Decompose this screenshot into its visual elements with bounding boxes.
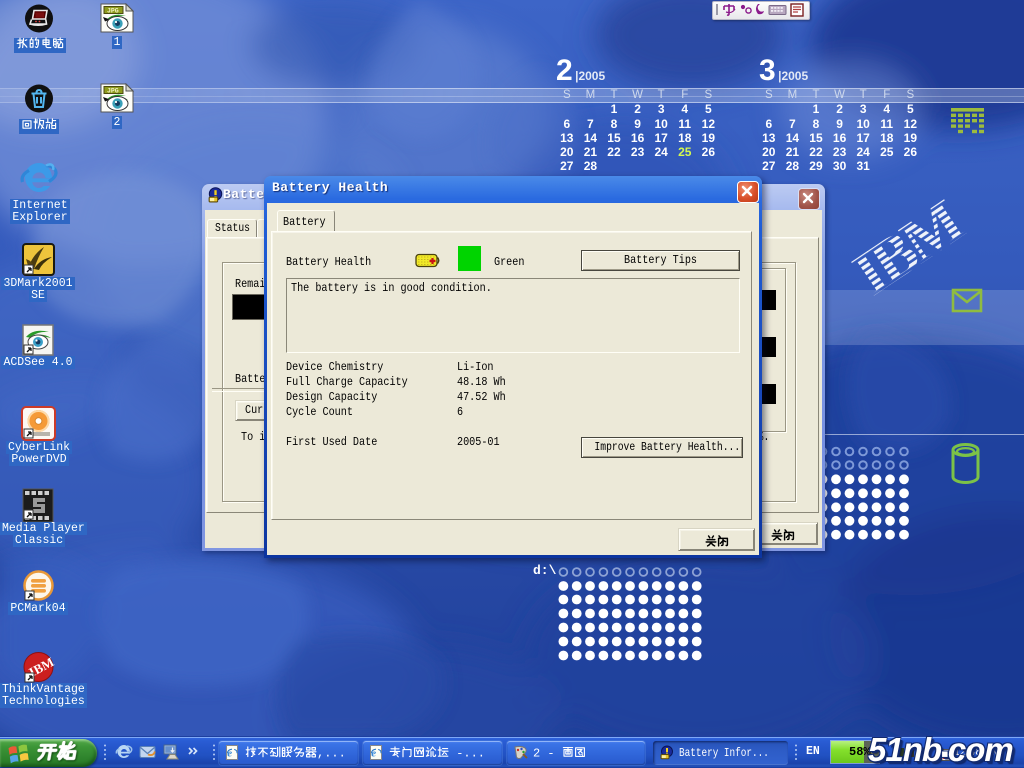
svg-text:JPG: JPG	[107, 8, 119, 15]
svg-text:JPG: JPG	[107, 88, 119, 95]
